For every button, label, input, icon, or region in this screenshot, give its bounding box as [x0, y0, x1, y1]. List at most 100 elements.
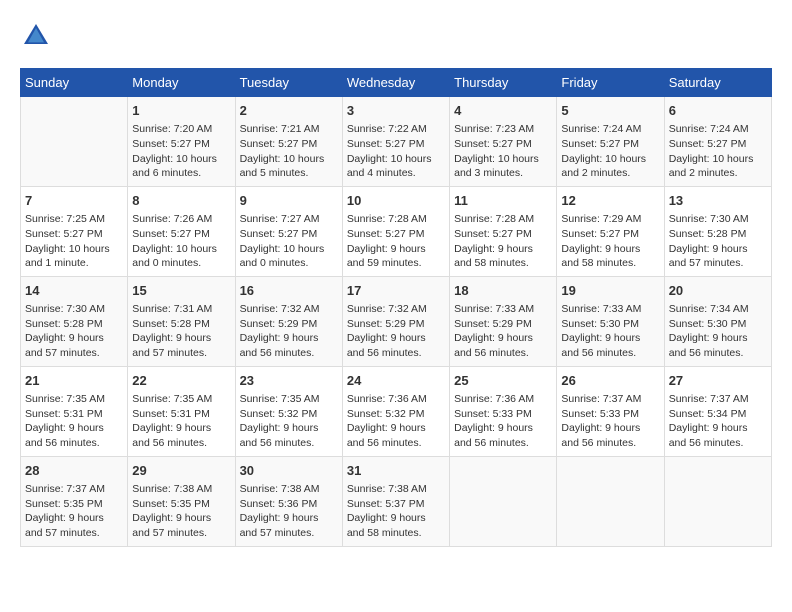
- calendar-cell: 21Sunrise: 7:35 AMSunset: 5:31 PMDayligh…: [21, 366, 128, 456]
- calendar-cell: 5Sunrise: 7:24 AMSunset: 5:27 PMDaylight…: [557, 97, 664, 187]
- day-number: 3: [347, 102, 445, 120]
- calendar-cell: 6 Sunrise: 7:24 AMSunset: 5:27 PMDaylight…: [664, 97, 771, 187]
- day-number: 28: [25, 462, 123, 480]
- calendar-cell: 15 Sunrise: 7:31 AMSunset: 5:28 PMDayligh…: [128, 276, 235, 366]
- day-number: 11: [454, 192, 552, 210]
- day-info: Sunrise: 7:24 AMSunset: 5:27 PMDaylight:…: [669, 122, 767, 181]
- day-info: Sunrise: 7:34 AMSunset: 5:30 PMDaylight:…: [669, 302, 767, 361]
- calendar-cell: 12 Sunrise: 7:29 AMSunset: 5:27 PMDayligh…: [557, 186, 664, 276]
- day-info: Sunrise: 7:37 AMSunset: 5:35 PMDaylight:…: [25, 482, 123, 541]
- day-number: 19: [561, 282, 659, 300]
- day-info: Sunrise: 7:20 AMSunset: 5:27 PMDaylight:…: [132, 122, 230, 181]
- day-number: 13: [669, 192, 767, 210]
- calendar-cell: 2 Sunrise: 7:21 AMSunset: 5:27 PMDaylight…: [235, 97, 342, 187]
- day-number: 31: [347, 462, 445, 480]
- day-info: Sunrise: 7:33 AMSunset: 5:30 PMDaylight:…: [561, 302, 659, 361]
- day-info: Sunrise: 7:38 AMSunset: 5:36 PMDaylight:…: [240, 482, 338, 541]
- calendar-cell: 30 Sunrise: 7:38 AMSunset: 5:36 PMDayligh…: [235, 456, 342, 546]
- day-number: 6: [669, 102, 767, 120]
- calendar-cell: 25 Sunrise: 7:36 AMSunset: 5:33 PMDayligh…: [450, 366, 557, 456]
- day-number: 9: [240, 192, 338, 210]
- calendar-cell: 19 Sunrise: 7:33 AMSunset: 5:30 PMDayligh…: [557, 276, 664, 366]
- day-number: 5: [561, 102, 659, 120]
- header: [20, 20, 772, 52]
- day-number: 10: [347, 192, 445, 210]
- calendar-cell: 14 Sunrise: 7:30 AMSunset: 5:28 PMDayligh…: [21, 276, 128, 366]
- weekday-header-monday: Monday: [128, 69, 235, 97]
- calendar-cell: 8Sunrise: 7:26 AMSunset: 5:27 PMDaylight…: [128, 186, 235, 276]
- day-info: Sunrise: 7:37 AMSunset: 5:34 PMDaylight:…: [669, 392, 767, 451]
- weekday-header-thursday: Thursday: [450, 69, 557, 97]
- day-number: 12: [561, 192, 659, 210]
- weekday-header-saturday: Saturday: [664, 69, 771, 97]
- calendar-cell: 28 Sunrise: 7:37 AMSunset: 5:35 PMDayligh…: [21, 456, 128, 546]
- calendar-cell: 23Sunrise: 7:35 AMSunset: 5:32 PMDayligh…: [235, 366, 342, 456]
- calendar-cell: 1 Sunrise: 7:20 AMSunset: 5:27 PMDaylight…: [128, 97, 235, 187]
- calendar-cell: 4Sunrise: 7:23 AMSunset: 5:27 PMDaylight…: [450, 97, 557, 187]
- weekday-header-row: SundayMondayTuesdayWednesdayThursdayFrid…: [21, 69, 772, 97]
- day-number: 21: [25, 372, 123, 390]
- calendar-cell: 3 Sunrise: 7:22 AMSunset: 5:27 PMDaylight…: [342, 97, 449, 187]
- week-row-0: 1 Sunrise: 7:20 AMSunset: 5:27 PMDaylight…: [21, 97, 772, 187]
- calendar-cell: 10 Sunrise: 7:28 AMSunset: 5:27 PMDayligh…: [342, 186, 449, 276]
- calendar-cell: 18 Sunrise: 7:33 AMSunset: 5:29 PMDayligh…: [450, 276, 557, 366]
- day-number: 30: [240, 462, 338, 480]
- day-info: Sunrise: 7:25 AMSunset: 5:27 PMDaylight:…: [25, 212, 123, 271]
- weekday-header-wednesday: Wednesday: [342, 69, 449, 97]
- logo: [20, 20, 56, 52]
- weekday-header-tuesday: Tuesday: [235, 69, 342, 97]
- day-number: 14: [25, 282, 123, 300]
- calendar-cell: 31 Sunrise: 7:38 AMSunset: 5:37 PMDayligh…: [342, 456, 449, 546]
- day-info: Sunrise: 7:29 AMSunset: 5:27 PMDaylight:…: [561, 212, 659, 271]
- day-number: 17: [347, 282, 445, 300]
- day-number: 25: [454, 372, 552, 390]
- day-info: Sunrise: 7:35 AMSunset: 5:32 PMDaylight:…: [240, 392, 338, 451]
- day-info: Sunrise: 7:36 AMSunset: 5:33 PMDaylight:…: [454, 392, 552, 451]
- week-row-2: 14 Sunrise: 7:30 AMSunset: 5:28 PMDayligh…: [21, 276, 772, 366]
- calendar-cell: [664, 456, 771, 546]
- day-number: 7: [25, 192, 123, 210]
- day-info: Sunrise: 7:22 AMSunset: 5:27 PMDaylight:…: [347, 122, 445, 181]
- day-number: 2: [240, 102, 338, 120]
- day-info: Sunrise: 7:32 AMSunset: 5:29 PMDaylight:…: [347, 302, 445, 361]
- day-info: Sunrise: 7:33 AMSunset: 5:29 PMDaylight:…: [454, 302, 552, 361]
- day-number: 22: [132, 372, 230, 390]
- calendar-cell: 7 Sunrise: 7:25 AMSunset: 5:27 PMDaylight…: [21, 186, 128, 276]
- day-number: 4: [454, 102, 552, 120]
- day-info: Sunrise: 7:27 AMSunset: 5:27 PMDaylight:…: [240, 212, 338, 271]
- calendar-cell: 9 Sunrise: 7:27 AMSunset: 5:27 PMDaylight…: [235, 186, 342, 276]
- day-number: 24: [347, 372, 445, 390]
- day-number: 20: [669, 282, 767, 300]
- day-info: Sunrise: 7:31 AMSunset: 5:28 PMDaylight:…: [132, 302, 230, 361]
- day-info: Sunrise: 7:36 AMSunset: 5:32 PMDaylight:…: [347, 392, 445, 451]
- day-number: 1: [132, 102, 230, 120]
- calendar-cell: 20 Sunrise: 7:34 AMSunset: 5:30 PMDayligh…: [664, 276, 771, 366]
- calendar-cell: [557, 456, 664, 546]
- day-info: Sunrise: 7:38 AMSunset: 5:35 PMDaylight:…: [132, 482, 230, 541]
- week-row-4: 28 Sunrise: 7:37 AMSunset: 5:35 PMDayligh…: [21, 456, 772, 546]
- calendar-cell: 26Sunrise: 7:37 AMSunset: 5:33 PMDayligh…: [557, 366, 664, 456]
- day-info: Sunrise: 7:38 AMSunset: 5:37 PMDaylight:…: [347, 482, 445, 541]
- calendar-cell: 29 Sunrise: 7:38 AMSunset: 5:35 PMDayligh…: [128, 456, 235, 546]
- day-number: 27: [669, 372, 767, 390]
- calendar-cell: 22Sunrise: 7:35 AMSunset: 5:31 PMDayligh…: [128, 366, 235, 456]
- calendar-cell: [21, 97, 128, 187]
- logo-icon: [20, 20, 52, 52]
- weekday-header-friday: Friday: [557, 69, 664, 97]
- day-info: Sunrise: 7:21 AMSunset: 5:27 PMDaylight:…: [240, 122, 338, 181]
- day-info: Sunrise: 7:26 AMSunset: 5:27 PMDaylight:…: [132, 212, 230, 271]
- day-info: Sunrise: 7:28 AMSunset: 5:27 PMDaylight:…: [347, 212, 445, 271]
- day-number: 18: [454, 282, 552, 300]
- day-number: 29: [132, 462, 230, 480]
- day-info: Sunrise: 7:28 AMSunset: 5:27 PMDaylight:…: [454, 212, 552, 271]
- calendar-table: SundayMondayTuesdayWednesdayThursdayFrid…: [20, 68, 772, 547]
- calendar-cell: 11 Sunrise: 7:28 AMSunset: 5:27 PMDayligh…: [450, 186, 557, 276]
- day-info: Sunrise: 7:37 AMSunset: 5:33 PMDaylight:…: [561, 392, 659, 451]
- week-row-1: 7 Sunrise: 7:25 AMSunset: 5:27 PMDaylight…: [21, 186, 772, 276]
- calendar-cell: 27 Sunrise: 7:37 AMSunset: 5:34 PMDayligh…: [664, 366, 771, 456]
- calendar-cell: 13Sunrise: 7:30 AMSunset: 5:28 PMDayligh…: [664, 186, 771, 276]
- week-row-3: 21Sunrise: 7:35 AMSunset: 5:31 PMDayligh…: [21, 366, 772, 456]
- day-info: Sunrise: 7:30 AMSunset: 5:28 PMDaylight:…: [25, 302, 123, 361]
- calendar-cell: 17 Sunrise: 7:32 AMSunset: 5:29 PMDayligh…: [342, 276, 449, 366]
- day-number: 15: [132, 282, 230, 300]
